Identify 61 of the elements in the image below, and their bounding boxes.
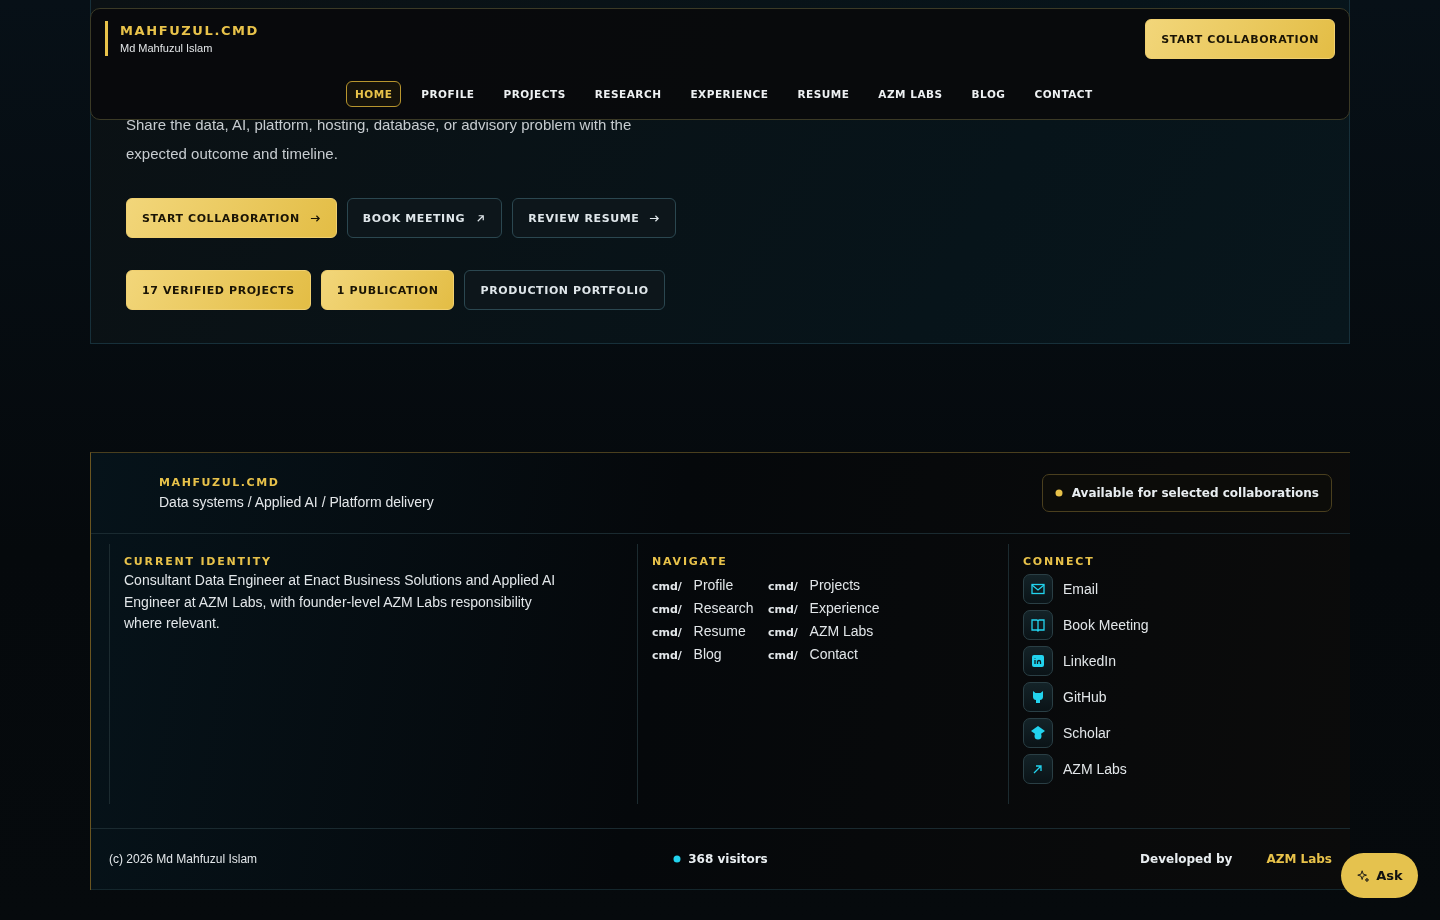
footer-nav-link[interactable]: cmd/ AZM Labs [768, 623, 888, 639]
connect-link[interactable]: GitHub [1063, 689, 1107, 705]
footer-nav-link[interactable]: cmd/ Contact [768, 646, 888, 662]
brand-block[interactable]: MAHFUZUL.CMD Md Mahfuzul Islam [105, 21, 259, 56]
section-heading: CONNECT [1023, 555, 1096, 568]
nav-link[interactable]: PROFILE [412, 81, 484, 107]
section-heading: CURRENT IDENTITY [124, 555, 273, 568]
developer-link[interactable]: AZM Labs [1266, 852, 1332, 866]
icon-tile[interactable] [1023, 646, 1053, 676]
linkedin-icon [1030, 653, 1046, 669]
nav-link[interactable]: CONTACT [1025, 81, 1102, 107]
start-collaboration-button[interactable]: START COLLABORATION [1145, 19, 1335, 59]
status-dot-icon [1054, 489, 1063, 497]
nav-link[interactable]: EXPERIENCE [681, 81, 778, 107]
icon-tile[interactable] [1023, 754, 1053, 784]
footer-nav-link[interactable]: cmd/ Blog [652, 646, 768, 662]
action-button[interactable]: REVIEW RESUME [512, 198, 677, 238]
brand-subtitle: Md Mahfuzul Islam [120, 42, 214, 54]
nav-link[interactable]: AZM LABS [869, 81, 952, 107]
stat-chip[interactable]: PRODUCTION PORTFOLIO [464, 270, 665, 310]
copyright-text: (c) 2026 Md Mahfuzul Islam [109, 852, 259, 866]
nav-link[interactable]: RESEARCH [585, 81, 671, 107]
envelope-icon [1030, 581, 1046, 597]
developed-by-label: Developed by [1140, 852, 1233, 866]
status-dot-icon [673, 855, 682, 863]
icon-tile[interactable] [1023, 610, 1053, 640]
hero-text: Share the data, AI, platform, hosting, database, or advisory problem with the expected outcome and timeline. [126, 115, 633, 164]
footer-nav-link[interactable]: cmd/ Profile [652, 577, 768, 593]
graduation-cap-icon [1030, 725, 1046, 741]
identity-text: Consultant Data Engineer at Enact Business Solutions and Applied AI Engineer at AZM Labs, with founder-level AZM Labs responsibility where relevant. [124, 571, 557, 633]
nav-link[interactable]: RESUME [788, 81, 859, 107]
ask-button[interactable]: Ask [1341, 853, 1418, 898]
connect-link[interactable]: AZM Labs [1063, 761, 1127, 777]
stat-chip[interactable]: 17 VERIFIED PROJECTS [126, 270, 311, 310]
icon-tile[interactable] [1023, 574, 1053, 604]
action-button[interactable]: BOOK MEETING [346, 198, 503, 238]
brand-name: MAHFUZUL.CMD [120, 23, 259, 38]
sparkle-icon [1356, 868, 1371, 883]
footer-nav-link[interactable]: cmd/ Projects [768, 577, 888, 593]
footer-tagline: Data systems / Applied AI / Platform delivery [159, 494, 434, 510]
book-icon [1030, 617, 1046, 633]
footer-brand: MAHFUZUL.CMD [159, 476, 281, 489]
nav-link[interactable]: HOME [346, 81, 402, 107]
nav-link[interactable]: BLOG [962, 81, 1015, 107]
footer-nav-link[interactable]: cmd/ Research [652, 600, 768, 616]
section-heading: NAVIGATE [652, 555, 729, 568]
connect-link[interactable]: Book Meeting [1063, 617, 1149, 633]
visitor-count: 368 visitors [688, 852, 768, 866]
connect-link[interactable]: LinkedIn [1063, 653, 1116, 669]
connect-link[interactable]: Email [1063, 581, 1098, 597]
stat-chip[interactable]: 1 PUBLICATION [320, 270, 455, 310]
icon-tile[interactable] [1023, 682, 1053, 712]
icon-tile[interactable] [1023, 718, 1053, 748]
diagonal-arrow-icon [475, 212, 487, 224]
availability-text: Available for selected collaborations [1071, 486, 1319, 500]
nav-link[interactable]: PROJECTS [494, 81, 575, 107]
cat-icon [1030, 689, 1046, 705]
action-button[interactable]: START COLLABORATION [126, 198, 337, 238]
connect-link[interactable]: Scholar [1063, 725, 1111, 741]
footer-nav-link[interactable]: cmd/ Resume [652, 623, 768, 639]
footer-nav-link[interactable]: cmd/ Experience [768, 600, 888, 616]
